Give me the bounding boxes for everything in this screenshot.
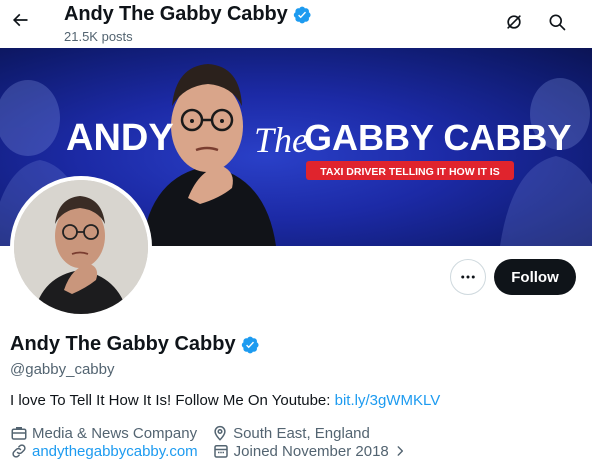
profile-meta-row: Media & News Company South East, England bbox=[10, 424, 384, 442]
chevron-right-icon[interactable] bbox=[393, 444, 407, 458]
follow-button[interactable]: Follow bbox=[494, 259, 576, 295]
profile-category: Media & News Company bbox=[10, 424, 197, 442]
joined-label: Joined November 2018 bbox=[233, 442, 389, 460]
profile-meta-row-2: andythegabbycabby.com Joined November 20… bbox=[10, 442, 421, 460]
post-count: 21.5K posts bbox=[64, 29, 133, 44]
verified-badge-icon bbox=[293, 6, 311, 23]
arrow-left-icon bbox=[12, 13, 28, 27]
bio-link[interactable]: bit.ly/3gWMKLV bbox=[335, 392, 441, 409]
profile-website[interactable]: andythegabbycabby.com bbox=[10, 442, 198, 460]
location-label: South East, England bbox=[233, 424, 370, 442]
calendar-icon bbox=[213, 445, 228, 458]
link-icon bbox=[12, 444, 26, 458]
category-label: Media & News Company bbox=[32, 424, 198, 442]
more-dots-icon bbox=[461, 275, 475, 279]
location-pin-icon bbox=[214, 425, 226, 441]
bio-text: I love To Tell It How It Is! Follow Me O… bbox=[10, 392, 335, 409]
banner-tagline: TAXI DRIVER TELLING IT HOW IT IS bbox=[320, 166, 499, 178]
profile-avatar[interactable] bbox=[10, 176, 152, 318]
profile-header: Andy The Gabby Cabby 21.5K posts bbox=[0, 0, 592, 48]
banner-word-andy: ANDY bbox=[66, 117, 174, 159]
search-icon bbox=[549, 14, 566, 31]
banner-word-the: The bbox=[254, 120, 308, 160]
profile-handle: @gabby_cabby bbox=[10, 361, 115, 378]
back-button[interactable] bbox=[6, 6, 34, 34]
avatar-photo bbox=[14, 180, 148, 314]
verified-badge-icon[interactable] bbox=[240, 335, 260, 355]
website-link[interactable]: andythegabbycabby.com bbox=[32, 443, 198, 460]
banner-side-figure-right bbox=[500, 78, 592, 246]
grok-icon bbox=[507, 15, 521, 29]
header-title: Andy The Gabby Cabby bbox=[64, 3, 288, 25]
search-button[interactable] bbox=[545, 10, 569, 34]
profile-name-row: Andy The Gabby Cabby bbox=[10, 333, 260, 356]
profile-location: South East, England bbox=[211, 424, 370, 442]
grok-button[interactable] bbox=[502, 10, 526, 34]
profile-name: Andy The Gabby Cabby bbox=[10, 333, 236, 355]
more-options-button[interactable] bbox=[450, 259, 486, 295]
page-scrollbar[interactable] bbox=[592, 0, 610, 464]
header-title-row: Andy The Gabby Cabby bbox=[64, 3, 312, 26]
profile-bio: I love To Tell It How It Is! Follow Me O… bbox=[10, 392, 440, 409]
profile-joined: Joined November 2018 bbox=[212, 442, 407, 460]
briefcase-icon bbox=[11, 427, 27, 440]
banner-word-cabby: GABBY CABBY bbox=[304, 117, 571, 158]
